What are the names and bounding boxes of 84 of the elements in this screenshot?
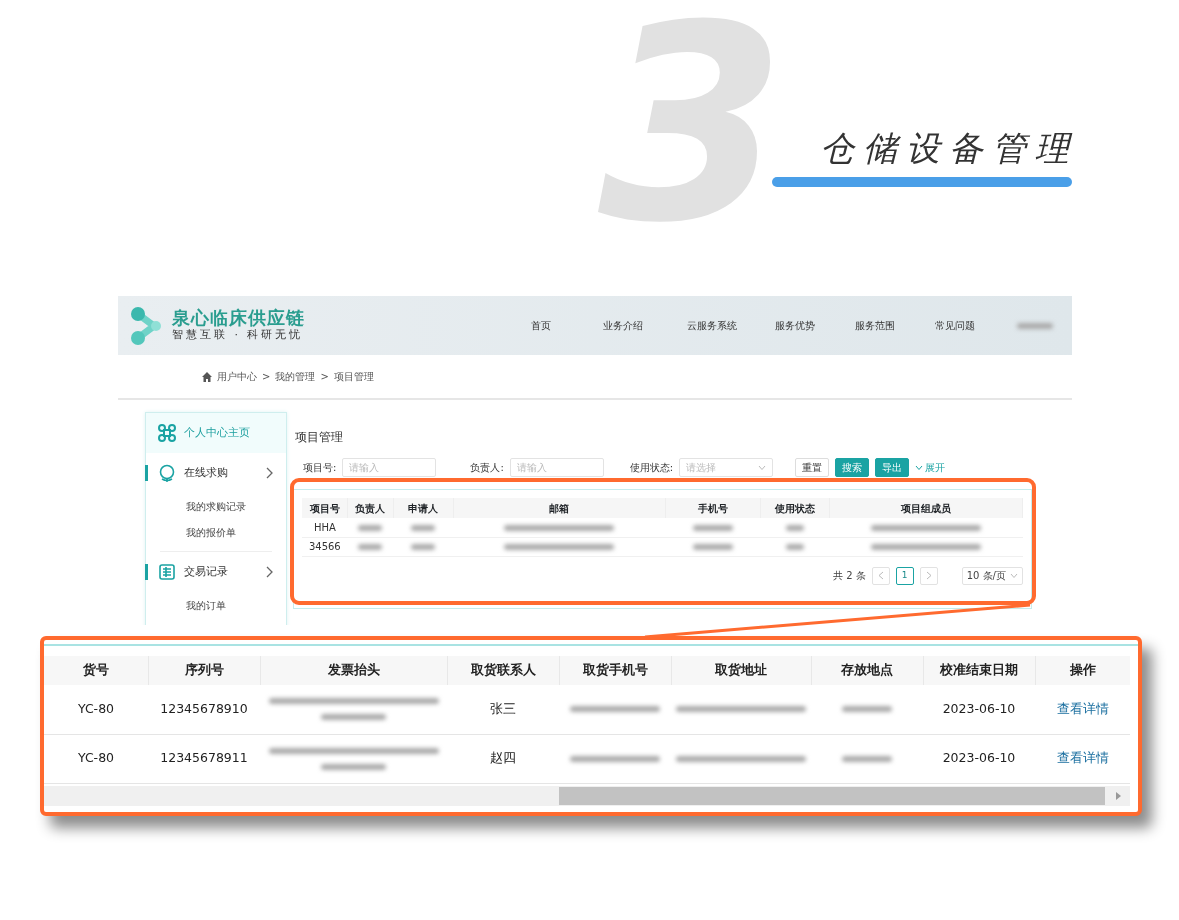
page-title: 项目管理 xyxy=(295,429,344,446)
table-cell: 赵四 xyxy=(447,734,559,783)
column-header: 使用状态 xyxy=(760,498,830,518)
column-header: 取货地址 xyxy=(671,656,811,685)
sidebar-item[interactable]: 交易记录 xyxy=(146,552,286,592)
nav-link[interactable]: 首页 xyxy=(531,318,551,333)
redacted-text xyxy=(1017,322,1053,329)
chevron-down-icon xyxy=(1010,572,1018,579)
scroll-thumb[interactable] xyxy=(559,786,1105,805)
chevron-right-icon xyxy=(266,467,274,479)
globe-icon xyxy=(158,464,176,482)
detail-link[interactable]: 查看详情 xyxy=(1056,700,1109,716)
detail-link[interactable]: 查看详情 xyxy=(1056,750,1109,766)
breadcrumb-link[interactable]: 用户中心 xyxy=(217,369,257,384)
breadcrumb-separator: > xyxy=(320,370,329,384)
prev-page-button[interactable] xyxy=(871,566,890,585)
column-header: 操作 xyxy=(1035,656,1130,685)
chevron-right-icon xyxy=(266,566,274,578)
section-title: 仓储设备管理 xyxy=(820,128,1078,169)
chevron-left-icon xyxy=(877,571,884,580)
logo-icon xyxy=(128,305,164,346)
column-header: 手机号 xyxy=(665,498,761,518)
table-cell: 2023-06-10 xyxy=(923,685,1035,734)
column-header: 项目组成员 xyxy=(829,498,1023,518)
table-cell: 34566 xyxy=(302,537,348,556)
section-marker xyxy=(145,564,148,580)
redacted-text xyxy=(842,755,892,762)
filter-label: 项目号: xyxy=(303,461,337,475)
table-cell: HHA xyxy=(302,518,348,537)
redacted-text xyxy=(411,524,436,531)
nav-link[interactable]: 服务范围 xyxy=(855,318,895,333)
section-marker xyxy=(145,465,148,481)
sidebar-item[interactable]: 在线求购 xyxy=(146,453,286,493)
column-header: 邮箱 xyxy=(453,498,666,518)
next-page-button[interactable] xyxy=(919,566,938,585)
redacted-text xyxy=(842,706,892,713)
redacted-text xyxy=(692,524,733,531)
table-cell: 张三 xyxy=(447,685,559,734)
page-size-select[interactable]: 10 条/页 xyxy=(961,566,1023,585)
nav-link[interactable]: 云服务系统 xyxy=(687,318,737,333)
nav-link[interactable]: 常见问题 xyxy=(935,318,975,333)
column-header: 申请人 xyxy=(393,498,454,518)
filter-label: 使用状态: xyxy=(629,461,674,475)
column-header: 校准结束日期 xyxy=(923,656,1035,685)
chevron-right-icon xyxy=(925,571,932,580)
column-header: 序列号 xyxy=(148,656,260,685)
redacted-text xyxy=(786,544,805,550)
table-cell: YC-80 xyxy=(44,685,148,734)
column-header: 取货手机号 xyxy=(559,656,671,685)
breadcrumb-separator: > xyxy=(262,370,271,384)
logo-name: 泉心临床供应链 xyxy=(172,308,305,329)
logo-slogan: 智慧互联 · 科研无忧 xyxy=(172,328,305,343)
redacted-text xyxy=(321,714,386,721)
sidebar-subitem[interactable]: 我的订单 xyxy=(146,592,286,618)
table-cell: 2023-06-10 xyxy=(923,734,1035,783)
page-button[interactable]: 1 xyxy=(895,566,914,585)
list-icon xyxy=(158,563,176,581)
column-header: 货号 xyxy=(44,656,148,685)
total-count: 共 2 条 xyxy=(833,569,866,583)
command-icon xyxy=(158,424,176,442)
table-cell: 12345678911 xyxy=(148,734,260,783)
redacted-text xyxy=(411,544,436,550)
column-header: 负责人 xyxy=(347,498,394,518)
nav-link[interactable]: 业务介绍 xyxy=(603,318,643,333)
chevron-down-icon xyxy=(758,464,767,471)
nav-link[interactable]: 服务优势 xyxy=(775,318,815,333)
redacted-text xyxy=(358,524,383,531)
table-cell: YC-80 xyxy=(44,734,148,783)
chevron-down-icon xyxy=(915,464,924,471)
table-cell: 12345678910 xyxy=(148,685,260,734)
sidebar-subitem[interactable]: 我的求购记录 xyxy=(146,493,286,519)
filter-label: 负责人: xyxy=(470,461,504,475)
redacted-text xyxy=(321,763,386,770)
column-header: 取货联系人 xyxy=(447,656,559,685)
column-header: 项目号 xyxy=(302,498,348,518)
column-header: 存放地点 xyxy=(811,656,923,685)
redacted-text xyxy=(692,544,733,550)
home-icon xyxy=(202,371,212,382)
reset-button[interactable]: 重置 xyxy=(795,458,830,477)
redacted-text xyxy=(358,544,383,550)
redacted-text xyxy=(786,524,805,531)
breadcrumb-link[interactable]: 我的管理 xyxy=(275,369,316,384)
column-header: 发票抬头 xyxy=(260,656,447,685)
sidebar-subitem[interactable]: 我的报价单 xyxy=(146,519,286,545)
